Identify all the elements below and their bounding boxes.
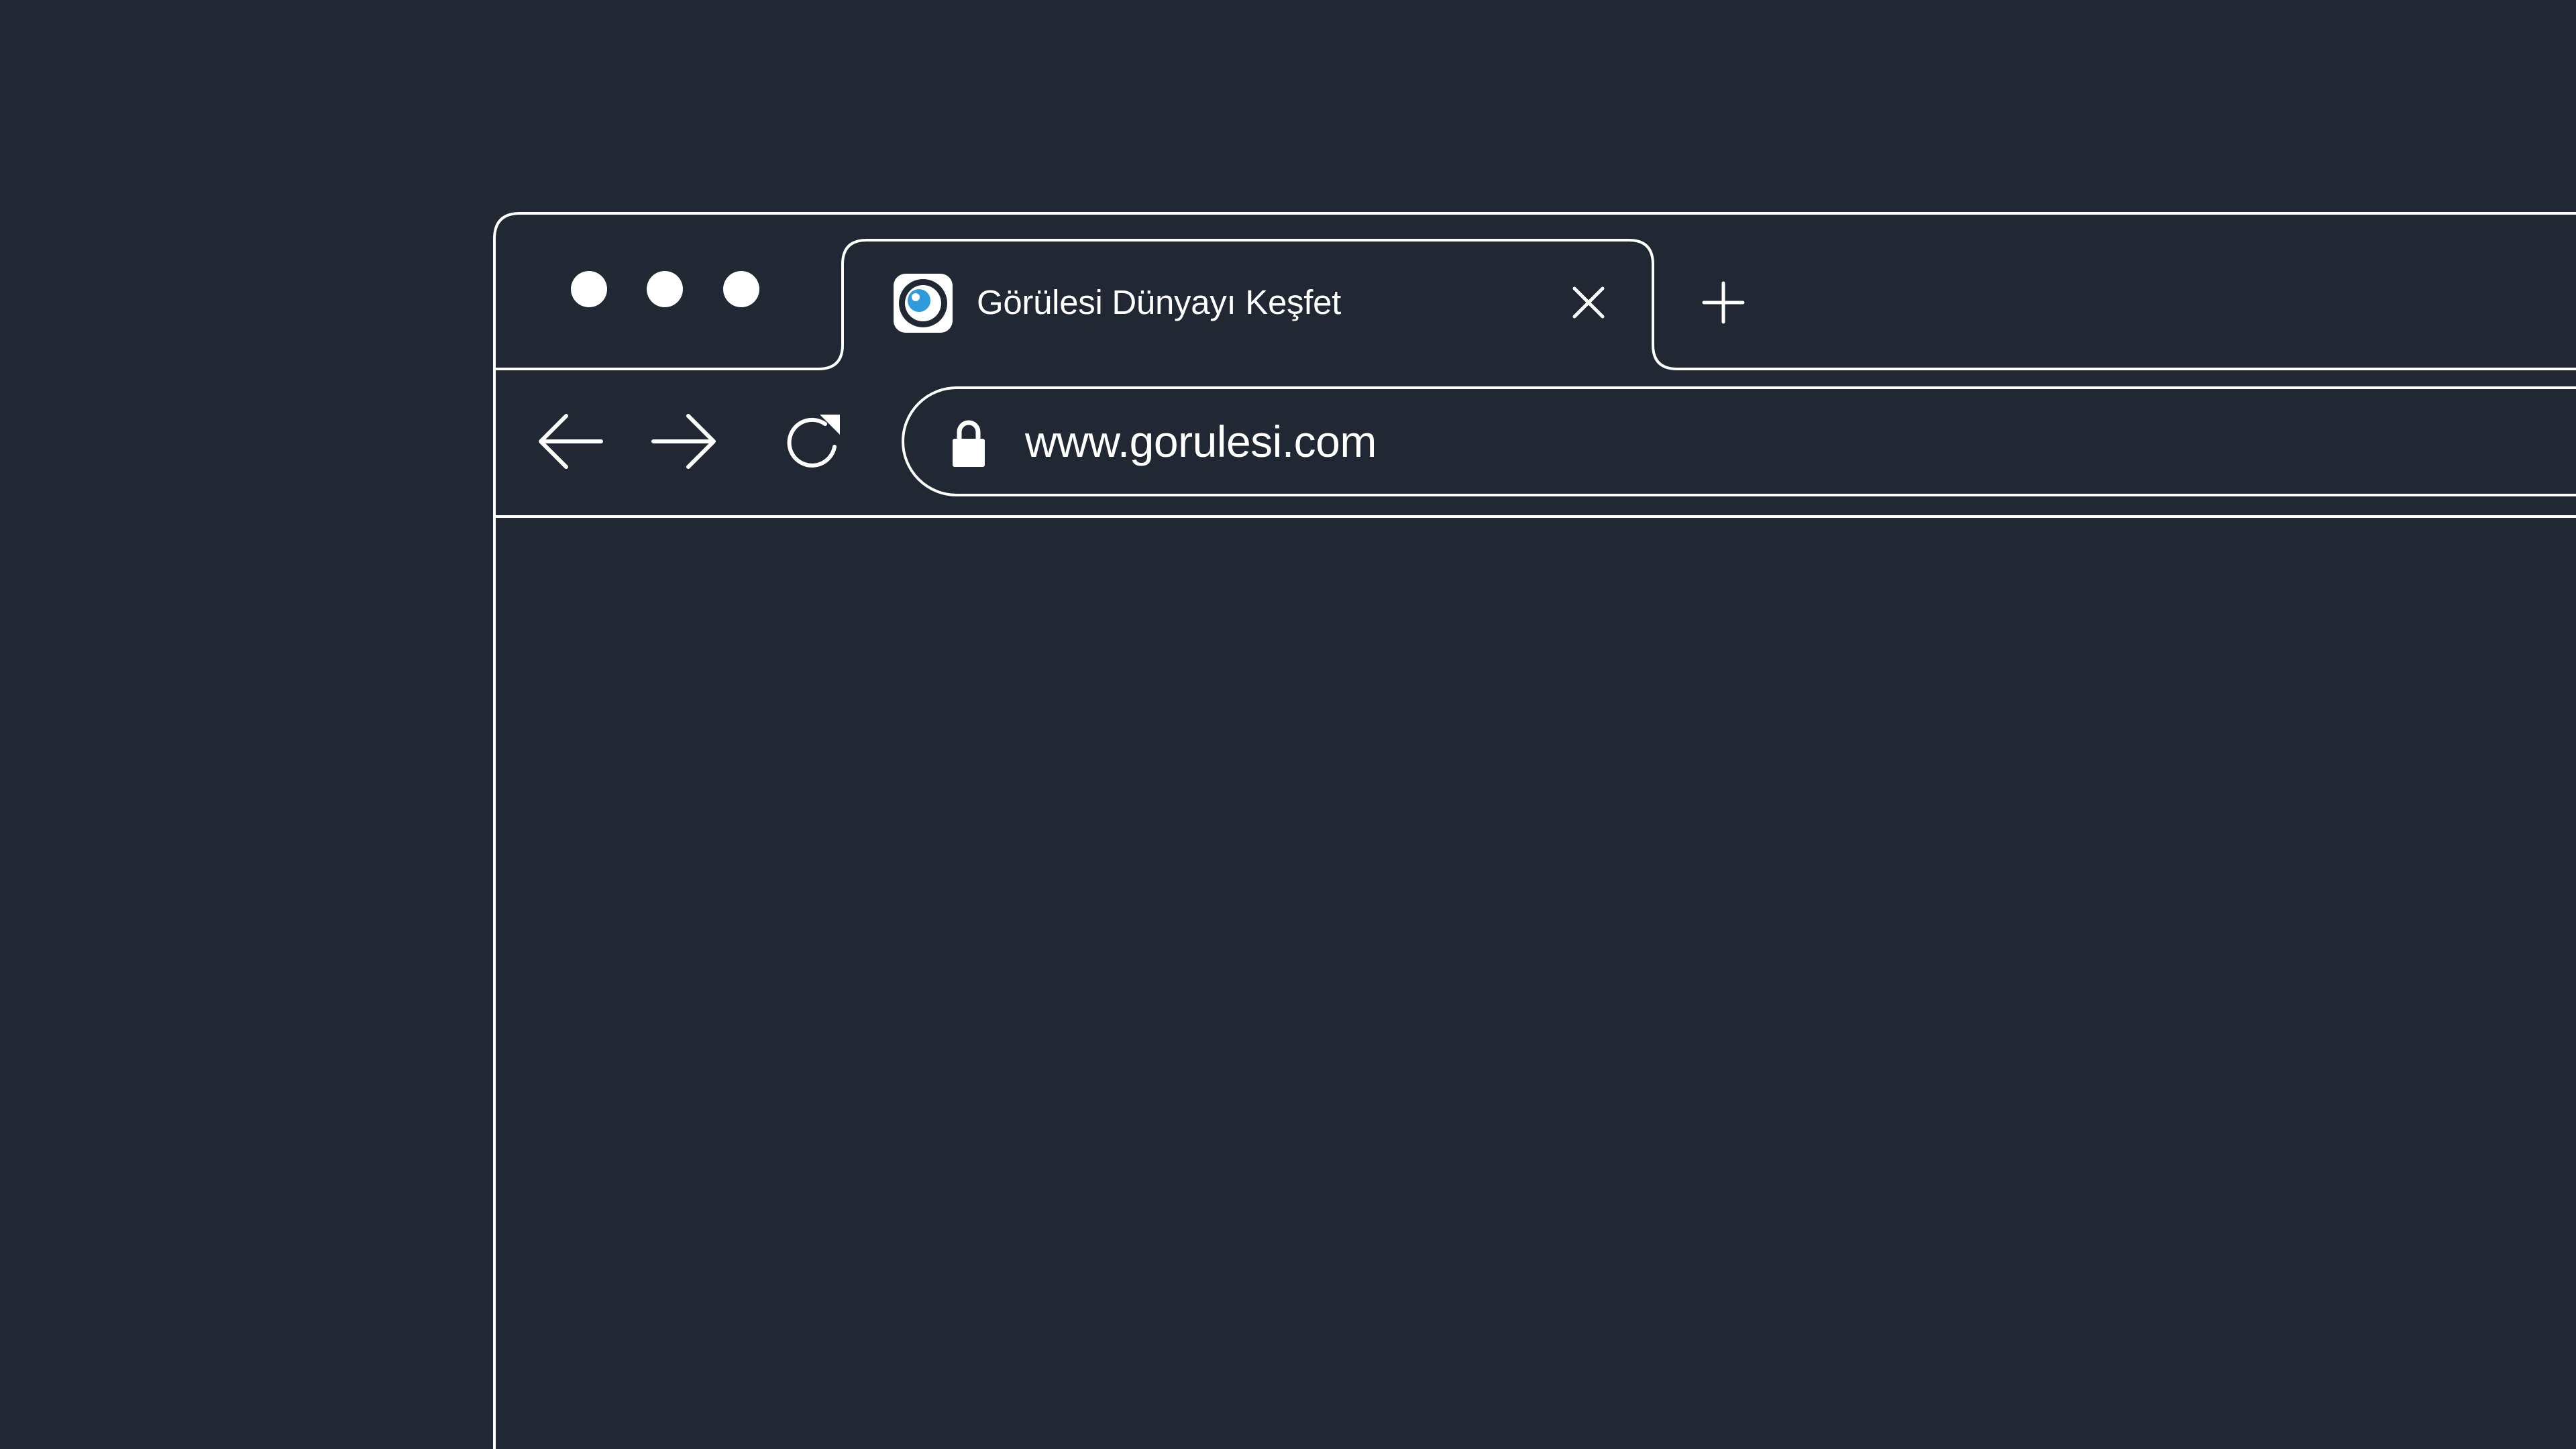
arrow-left-icon[interactable] bbox=[537, 411, 604, 472]
plus-icon[interactable] bbox=[1697, 276, 1750, 329]
eye-logo-icon bbox=[892, 272, 954, 334]
tab-title[interactable]: Görülesi Dünyayı Keşfet bbox=[977, 280, 1341, 325]
url-text[interactable]: www.gorulesi.com bbox=[1025, 413, 1377, 470]
lock-icon bbox=[950, 417, 987, 468]
window-minimize-dot[interactable] bbox=[647, 271, 683, 307]
reload-icon[interactable] bbox=[781, 409, 845, 474]
page-content-area bbox=[496, 518, 2576, 1449]
browser-window: Görülesi Dünyayı Keşfet www.gorulesi.com bbox=[0, 0, 2576, 1449]
arrow-right-icon[interactable] bbox=[651, 411, 718, 472]
close-icon[interactable] bbox=[1566, 280, 1611, 325]
window-maximize-dot[interactable] bbox=[723, 271, 759, 307]
window-close-dot[interactable] bbox=[571, 271, 607, 307]
